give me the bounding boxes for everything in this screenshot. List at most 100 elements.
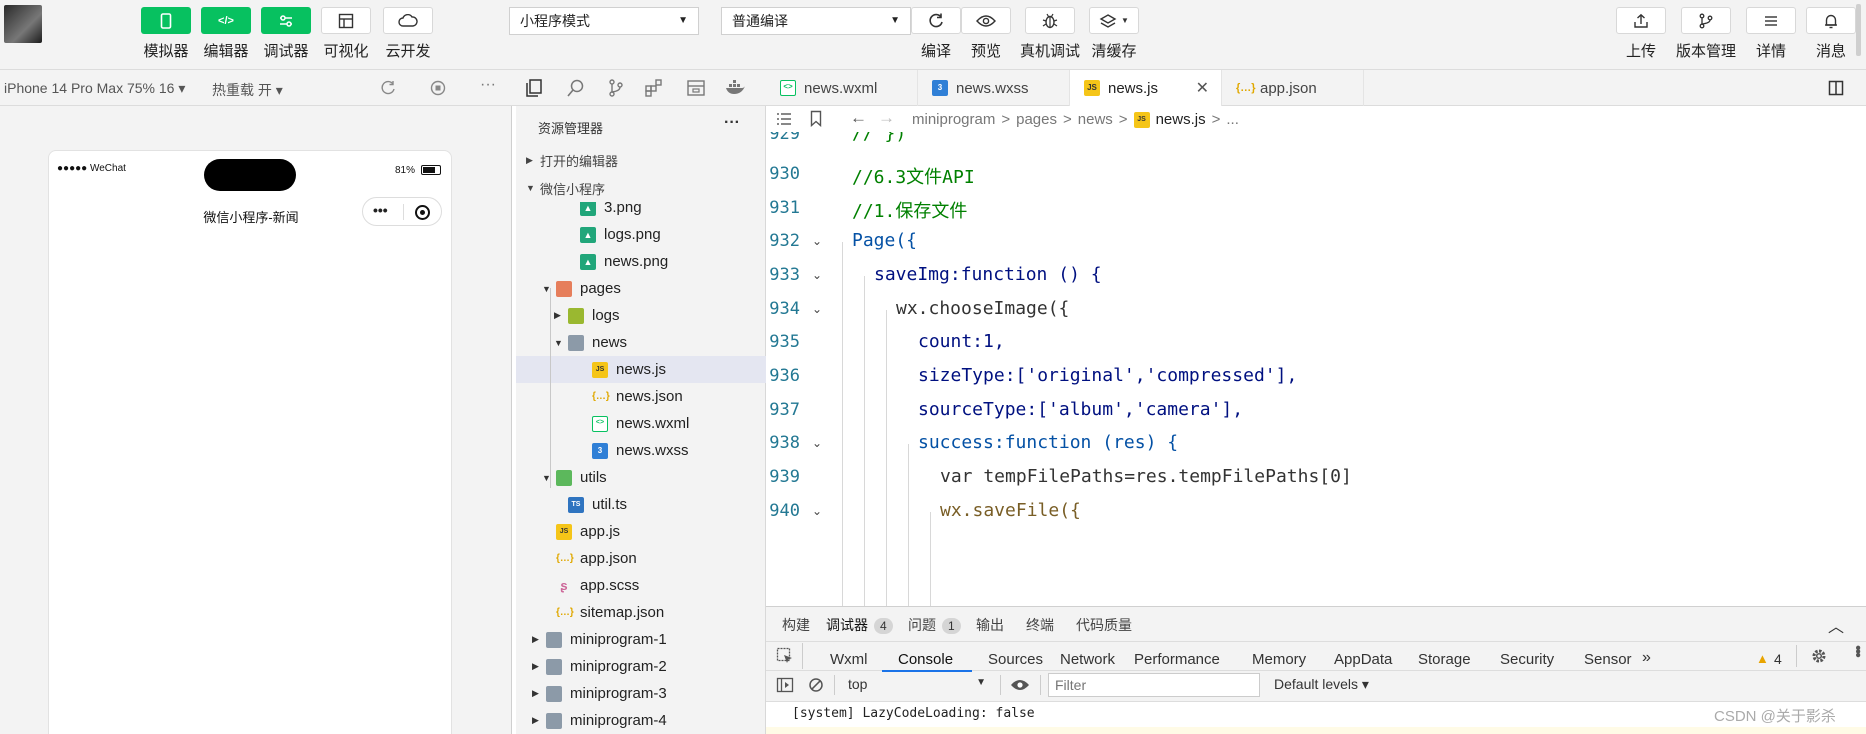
tree-file-news-json[interactable]: {…} news.json (592, 383, 683, 410)
log-levels-select[interactable]: Default levels ▾ (1274, 676, 1369, 693)
docker-icon[interactable] (724, 78, 746, 98)
search-icon[interactable] (566, 78, 586, 98)
forward-arrow-icon[interactable]: → (878, 108, 895, 128)
tree-folder-miniprogram-3[interactable]: ▶ miniprogram-3 (532, 680, 667, 707)
clear-cache-button[interactable]: ▼ (1089, 7, 1139, 34)
more-tabs-icon[interactable]: » (1642, 649, 1651, 667)
tree-file-sitemap-json[interactable]: {…} sitemap.json (556, 599, 664, 626)
debug-tab-debugger[interactable]: 调试器 4 (826, 615, 893, 635)
hot-reload-toggle[interactable]: 热重载 开 ▾ (212, 80, 283, 100)
tree-folder-logs[interactable]: ▶ logs (554, 302, 620, 329)
details-button[interactable] (1746, 7, 1796, 34)
tree-file-news-js[interactable]: JS news.js (516, 356, 766, 383)
tree-folder-utils[interactable]: ▼ utils (542, 464, 607, 491)
simulator-button[interactable] (141, 7, 191, 34)
compile-button[interactable] (911, 7, 961, 34)
code-area[interactable]: 929 // }) 930 //6.3文件API 931 //1.保存文件 93… (766, 132, 1866, 606)
close-icon[interactable]: ✕ (1196, 78, 1209, 98)
tree-folder-news[interactable]: ▼ news (554, 329, 627, 356)
tree-file-news-wxss[interactable]: 3 news.wxss (592, 437, 689, 464)
devtools-tab-storage[interactable]: Storage (1418, 651, 1471, 668)
compile-select[interactable]: 普通编译 ▼ (721, 7, 911, 35)
device-select[interactable]: iPhone 14 Pro Max 75% 16 ▾ (4, 80, 185, 97)
tree-file-logs-png[interactable]: ▲ logs.png (580, 221, 661, 248)
mode-select[interactable]: 小程序模式 ▼ (509, 7, 699, 35)
remote-debug-button[interactable] (1025, 7, 1075, 34)
code-editor[interactable]: ← → miniprogram > pages > news > JS news.js… (766, 106, 1866, 606)
tree-file-app-json[interactable]: {…} app.json (556, 545, 637, 572)
breadcrumb-item[interactable]: pages (1016, 111, 1057, 128)
inspect-icon[interactable] (776, 647, 794, 665)
fold-chevron-icon[interactable]: ⌄ (812, 504, 822, 518)
debug-tab-code-quality[interactable]: 代码质量 (1076, 615, 1132, 635)
back-arrow-icon[interactable]: ← (850, 108, 867, 128)
debug-tab-terminal[interactable]: 终端 (1026, 615, 1054, 635)
devtools-tab-network[interactable]: Network (1060, 651, 1115, 668)
eye-icon[interactable] (1010, 678, 1030, 692)
sidebar-toggle-icon[interactable] (776, 677, 794, 693)
tab-news-wxss[interactable]: 3 news.wxss (918, 70, 1070, 106)
devtools-tab-memory[interactable]: Memory (1252, 651, 1306, 668)
more-icon[interactable]: ••• (373, 202, 388, 218)
tree-file-3png[interactable]: ▲ 3.png (580, 202, 642, 221)
tree-file-news-wxml[interactable]: <> news.wxml (592, 410, 689, 437)
clear-console-icon[interactable] (808, 677, 824, 693)
refresh-icon[interactable] (380, 80, 396, 96)
preview-button[interactable] (961, 7, 1011, 34)
tree-folder-pages[interactable]: ▼ pages (542, 275, 621, 302)
tree-file-news-png[interactable]: ▲ news.png (580, 248, 668, 275)
breadcrumb-item[interactable]: miniprogram (912, 111, 995, 128)
context-select[interactable]: top ▼ (844, 675, 990, 695)
storage-icon[interactable] (686, 78, 706, 98)
fold-chevron-icon[interactable]: ⌄ (812, 234, 822, 248)
fold-chevron-icon[interactable]: ⌄ (812, 268, 822, 282)
user-avatar[interactable] (4, 5, 42, 43)
open-editors-section[interactable]: ▶ 打开的编辑器 (516, 146, 766, 174)
bookmark-icon[interactable] (810, 110, 822, 127)
devtools-tab-performance[interactable]: Performance (1134, 651, 1220, 668)
fold-chevron-icon[interactable]: ⌄ (812, 436, 822, 450)
breadcrumb-item[interactable]: ... (1226, 111, 1239, 128)
chevron-up-icon[interactable]: ︿ (1828, 613, 1844, 637)
visual-button[interactable] (321, 7, 371, 34)
breadcrumb-item[interactable]: news (1078, 111, 1113, 128)
outline-icon[interactable] (776, 112, 792, 126)
kebab-menu-icon[interactable]: ••• (1848, 645, 1866, 656)
cloud-button[interactable] (383, 7, 433, 34)
capsule-button[interactable]: ••• (362, 197, 442, 226)
debug-tab-problems[interactable]: 问题 1 (908, 615, 961, 635)
warning-icon[interactable]: ▲ (1756, 651, 1769, 666)
devtools-tab-sensor[interactable]: Sensor (1584, 651, 1632, 668)
close-mini-icon[interactable] (415, 205, 430, 220)
messages-button[interactable] (1806, 7, 1856, 34)
devtools-tab-security[interactable]: Security (1500, 651, 1554, 668)
project-section[interactable]: ▼ 微信小程序 (516, 174, 766, 202)
stop-icon[interactable] (430, 80, 446, 96)
tab-news-wxml[interactable]: <> news.wxml (766, 70, 918, 106)
tree-folder-miniprogram-2[interactable]: ▶ miniprogram-2 (532, 653, 667, 680)
tree-file-app-scss[interactable]: ʂ app.scss (556, 572, 639, 599)
devtools-tab-wxml[interactable]: Wxml (830, 651, 868, 668)
filter-input[interactable] (1048, 673, 1260, 697)
explorer-more-icon[interactable]: ··· (724, 114, 740, 132)
tab-news-js[interactable]: JS news.js ✕ (1070, 70, 1222, 106)
version-button[interactable] (1681, 7, 1731, 34)
split-editor-icon[interactable] (1828, 80, 1844, 96)
tree-folder-miniprogram-4[interactable]: ▶ miniprogram-4 (532, 707, 667, 734)
devtools-tab-appdata[interactable]: AppData (1334, 651, 1392, 668)
tree-file-app-js[interactable]: JS app.js (556, 518, 620, 545)
editor-button[interactable]: </> (201, 7, 251, 34)
source-control-icon[interactable] (606, 78, 626, 98)
devtools-tab-console[interactable]: Console (898, 651, 953, 668)
debug-tab-output[interactable]: 输出 (976, 615, 1004, 635)
toolbar-scrollbar[interactable] (1856, 4, 1861, 56)
more-icon[interactable]: ··· (480, 76, 496, 94)
files-icon[interactable] (524, 78, 544, 98)
gear-icon[interactable] (1810, 647, 1828, 665)
fold-chevron-icon[interactable]: ⌄ (812, 302, 822, 316)
breadcrumb-item[interactable]: news.js (1156, 111, 1206, 128)
tree-file-util-ts[interactable]: TS util.ts (568, 491, 627, 518)
extensions-icon[interactable] (644, 78, 664, 98)
debugger-button[interactable] (261, 7, 311, 34)
devtools-tab-sources[interactable]: Sources (988, 651, 1043, 668)
